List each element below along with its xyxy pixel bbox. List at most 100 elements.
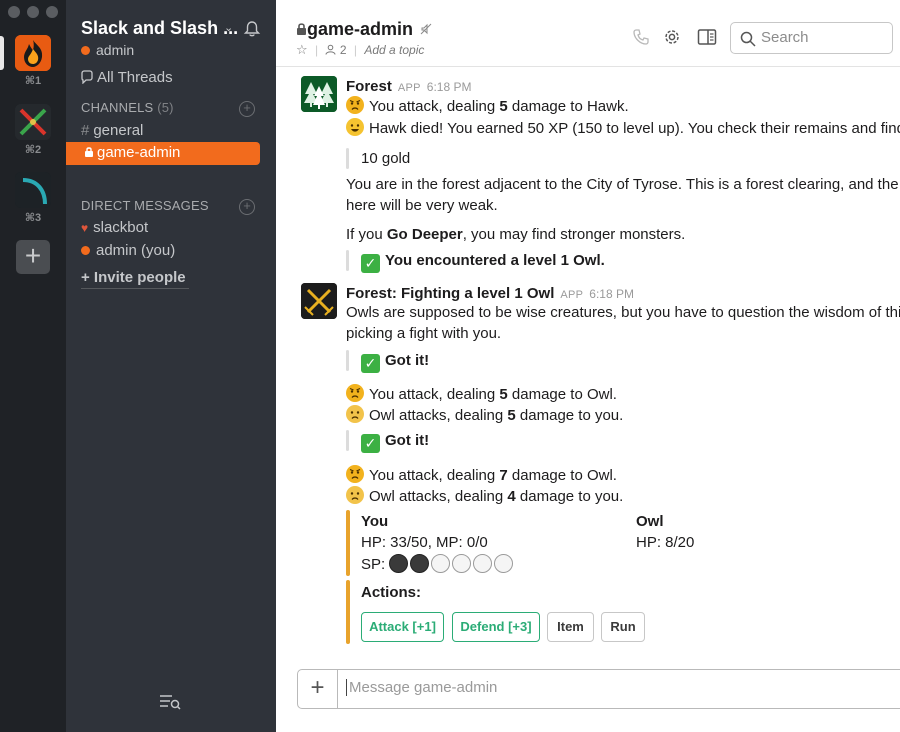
team-icon-slash[interactable]	[15, 172, 51, 208]
member-icon[interactable]	[325, 44, 336, 55]
quote-bar	[346, 430, 349, 451]
search-input[interactable]: Search	[730, 22, 893, 54]
message-line: here will be very weak.	[346, 197, 498, 214]
angry-face-icon	[346, 465, 364, 483]
team-icon-sword[interactable]	[15, 104, 51, 140]
fight-avatar[interactable]	[301, 283, 337, 319]
window-close-button[interactable]	[8, 6, 20, 18]
channel-title[interactable]: game-admin	[296, 19, 432, 40]
window-maximize-button[interactable]	[46, 6, 58, 18]
quote-bar	[346, 250, 349, 271]
threads-icon	[81, 70, 93, 85]
sidebar-item-general[interactable]: # general	[81, 122, 143, 139]
message-line: Owl attacks, dealing 5 damage to you.	[346, 405, 623, 424]
bell-icon[interactable]	[243, 20, 261, 38]
mute-icon[interactable]	[420, 23, 432, 35]
message-line: Hawk died! You earned 50 XP (150 to leve…	[346, 118, 900, 137]
message-line: picking a fight with you.	[346, 325, 502, 342]
search-placeholder: Search	[761, 29, 809, 46]
channels-header[interactable]: CHANNELS (5)	[81, 100, 174, 115]
go-deeper-link[interactable]: Go Deeper	[387, 226, 463, 243]
direct-messages-header[interactable]: DIRECT MESSAGES	[81, 198, 209, 213]
team-shortcut-2: ⌘2	[24, 144, 42, 156]
player-sp: SP:	[361, 554, 515, 573]
active-team-indicator	[0, 36, 4, 70]
invite-people-link[interactable]: + Invite people	[81, 269, 189, 289]
message-line: You attack, dealing 5 damage to Hawk.	[346, 96, 629, 115]
sidebar-item-game-admin[interactable]: game-admin	[66, 142, 260, 165]
sidebar-item-slackbot[interactable]: ♥ slackbot	[81, 219, 148, 236]
sidebar-item-admin[interactable]: admin (you)	[81, 242, 175, 259]
crossed-swords-icon	[301, 283, 337, 319]
message-line: Owl attacks, dealing 4 damage to you.	[346, 486, 623, 505]
search-icon	[740, 31, 756, 47]
window-minimize-button[interactable]	[27, 6, 39, 18]
sp-label: SP:	[361, 556, 386, 573]
all-threads-link[interactable]: All Threads	[80, 69, 173, 86]
sender-name[interactable]: Forest	[346, 78, 392, 95]
channels-header-label: CHANNELS	[81, 100, 154, 115]
add-topic-link[interactable]: Add a topic	[364, 43, 424, 57]
sp-point-empty	[431, 554, 451, 573]
defend-button[interactable]: Defend [+3]	[452, 612, 540, 642]
team-shortcut-3: ⌘3	[24, 212, 42, 224]
quick-switcher-icon[interactable]	[158, 692, 182, 712]
encounter-text: ✓ You encountered a level 1 Owl.	[361, 252, 605, 273]
check-mark-icon: ✓	[361, 354, 380, 373]
add-dm-button[interactable]: +	[239, 199, 255, 215]
message-timestamp[interactable]: 6:18 PM	[427, 80, 472, 94]
message-input[interactable]: Message game-admin	[346, 679, 497, 696]
channel-header: game-admin ☆ | 2 | Add a topic Search	[276, 0, 900, 67]
app-badge: APP	[397, 82, 421, 94]
message-timestamp[interactable]: 6:18 PM	[589, 287, 634, 301]
forest-avatar[interactable]	[301, 76, 337, 112]
sp-point-empty	[452, 554, 472, 573]
message-list: Forest APP 6:18 PM You attack, dealing 5 d…	[276, 67, 900, 664]
team-icon-fire[interactable]	[15, 35, 51, 71]
player-title: You	[361, 513, 389, 530]
item-button[interactable]: Item	[547, 612, 594, 642]
attach-button[interactable]: +	[298, 670, 338, 708]
frowning-face-icon	[346, 405, 364, 423]
message-line: Owls are supposed to be wise creatures, …	[346, 304, 900, 321]
heart-icon: ♥	[81, 221, 89, 235]
presence-dot	[81, 246, 90, 255]
attachment-bar	[346, 580, 350, 644]
sp-meter	[389, 554, 515, 573]
star-icon[interactable]: ☆	[296, 42, 308, 57]
check-mark-icon: ✓	[361, 254, 380, 273]
add-channel-button[interactable]: +	[239, 101, 255, 117]
add-workspace-button[interactable]: +	[16, 240, 50, 274]
channel-sidebar: Slack and Slash ... ⌄ admin All Threads …	[66, 0, 276, 732]
dm-label: admin (you)	[96, 242, 176, 259]
slash-arc-icon	[15, 172, 51, 208]
chevron-down-icon[interactable]: ⌄	[224, 21, 233, 34]
angry-face-icon	[346, 96, 364, 114]
message-composer[interactable]: + Message game-admin	[297, 669, 900, 709]
smile-icon	[346, 118, 364, 136]
dm-label: slackbot	[93, 219, 149, 236]
phone-icon[interactable]	[632, 28, 650, 46]
sender-name[interactable]: Forest: Fighting a level 1 Owl	[346, 285, 554, 302]
got-it-text: ✓ Got it!	[361, 432, 429, 453]
run-button[interactable]: Run	[601, 612, 645, 642]
team-name[interactable]: Slack and Slash ...	[81, 18, 238, 39]
loot-text: 10 gold	[361, 150, 411, 167]
tree-icon	[301, 76, 337, 112]
channel-label: game-admin	[97, 144, 181, 161]
message-line: You are in the forest adjacent to the Ci…	[346, 176, 900, 193]
sp-point-filled	[410, 554, 430, 573]
gear-icon[interactable]	[663, 28, 681, 46]
current-user[interactable]: admin	[81, 42, 134, 58]
message-line: If you Go Deeper, you may find stronger …	[346, 226, 686, 243]
hash-icon: #	[81, 122, 90, 139]
member-count[interactable]: 2	[340, 43, 347, 57]
team-shortcut-1: ⌘1	[24, 75, 42, 87]
channel-name: game-admin	[307, 19, 414, 39]
message-line: You attack, dealing 5 damage to Owl.	[346, 384, 617, 403]
message-line: You attack, dealing 7 damage to Owl.	[346, 465, 617, 484]
sp-point-empty	[494, 554, 514, 573]
details-pane-icon[interactable]	[697, 28, 717, 46]
attack-button[interactable]: Attack [+1]	[361, 612, 444, 642]
attachment-bar	[346, 510, 350, 576]
